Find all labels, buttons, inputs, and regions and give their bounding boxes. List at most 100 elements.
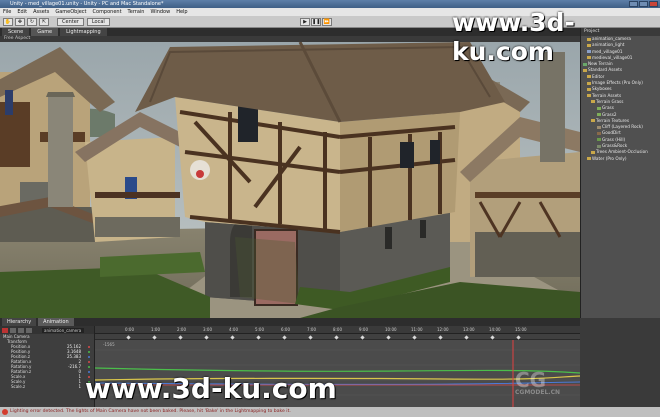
property-list: animation_camera Main Camera Transform P… bbox=[0, 326, 95, 407]
tab-hierarchy[interactable]: Hierarchy bbox=[2, 318, 37, 326]
folder-icon bbox=[591, 150, 595, 154]
status-bar[interactable]: Lighting error detected. The lights of M… bbox=[0, 407, 660, 417]
texture-icon bbox=[597, 106, 601, 110]
title-bar: Unity - med_village01.unity - Unity - PC… bbox=[0, 0, 660, 8]
texture-icon bbox=[597, 144, 601, 148]
timeline-ruler[interactable]: 0:00 1:00 2:00 3:00 4:00 5:00 6:00 7:00 8:00 9:00… bbox=[95, 326, 580, 334]
ruler-tick: 0:00 bbox=[125, 327, 134, 332]
pivot-toggle[interactable]: Center bbox=[57, 17, 84, 26]
menu-component[interactable]: Component bbox=[93, 8, 122, 16]
folder-icon bbox=[583, 68, 587, 72]
record-button[interactable] bbox=[2, 327, 8, 333]
graph-value-label: -1565 bbox=[103, 342, 115, 347]
menu-assets[interactable]: Assets bbox=[33, 8, 49, 16]
texture-icon bbox=[597, 125, 601, 129]
project-panel: Project animation_camera animation_light… bbox=[580, 28, 660, 318]
curve-color-dot bbox=[88, 365, 90, 368]
ruler-tick: 14:00 bbox=[489, 327, 501, 332]
status-message: Lighting error detected. The lights of M… bbox=[10, 409, 291, 414]
minimize-button[interactable] bbox=[629, 1, 638, 7]
property-row[interactable]: Scale.z 1 bbox=[0, 384, 94, 389]
window-title: Unity - med_village01.unity - Unity - PC… bbox=[10, 1, 164, 7]
maximize-button[interactable] bbox=[639, 1, 648, 7]
keyframe[interactable] bbox=[386, 334, 391, 340]
ruler-tick: 10:00 bbox=[385, 327, 397, 332]
curve-color-dot bbox=[88, 355, 90, 358]
keyframe[interactable] bbox=[360, 334, 365, 340]
keyframe[interactable] bbox=[516, 334, 521, 340]
ruler-tick: 9:00 bbox=[359, 327, 368, 332]
keyframe[interactable] bbox=[334, 334, 339, 340]
ruler-tick: 4:00 bbox=[229, 327, 238, 332]
game-viewport[interactable] bbox=[0, 42, 580, 318]
animation-tab-bar: Hierarchy Animation bbox=[0, 318, 580, 326]
ruler-tick: 7:00 bbox=[307, 327, 316, 332]
keyframe[interactable] bbox=[256, 334, 261, 340]
pause-button[interactable]: ❚❚ bbox=[311, 18, 321, 26]
folder-icon bbox=[587, 94, 591, 98]
prev-key-button[interactable] bbox=[18, 327, 24, 333]
folder-icon bbox=[591, 100, 595, 104]
texture-icon bbox=[597, 138, 601, 142]
keyframe[interactable] bbox=[412, 334, 417, 340]
curve-color-dot bbox=[88, 360, 90, 363]
watermark-bottom: www.3d-ku.com bbox=[85, 372, 337, 405]
hand-tool-button[interactable]: ✋ bbox=[3, 17, 13, 26]
folder-icon bbox=[587, 157, 591, 161]
move-tool-button[interactable]: ✥ bbox=[15, 17, 25, 26]
ruler-tick: 3:00 bbox=[203, 327, 212, 332]
curve-color-dot bbox=[88, 345, 90, 348]
watermark-top: www.3d-ku.com bbox=[452, 8, 575, 66]
ruler-tick: 13:00 bbox=[463, 327, 475, 332]
keyframe[interactable] bbox=[464, 334, 469, 340]
menu-window[interactable]: Window bbox=[150, 8, 170, 16]
keyframe[interactable] bbox=[490, 334, 495, 340]
ruler-tick: 12:00 bbox=[437, 327, 449, 332]
folder-icon bbox=[587, 87, 591, 91]
village-scene-image bbox=[0, 42, 580, 318]
keyframe[interactable] bbox=[152, 334, 157, 340]
keyframe[interactable] bbox=[126, 334, 131, 340]
folder-icon bbox=[591, 119, 595, 123]
rotate-tool-button[interactable]: ↻ bbox=[27, 17, 37, 26]
texture-icon bbox=[597, 131, 601, 135]
ruler-tick: 6:00 bbox=[281, 327, 290, 332]
ruler-tick: 1:00 bbox=[151, 327, 160, 332]
keyframe[interactable] bbox=[230, 334, 235, 340]
watermark-cg-logo: CG CGMODEL.CN bbox=[515, 368, 561, 396]
tab-animation[interactable]: Animation bbox=[38, 318, 74, 326]
folder-icon bbox=[587, 81, 591, 85]
curve-color-dot bbox=[88, 350, 90, 353]
ruler-tick: 5:00 bbox=[255, 327, 264, 332]
keyframe[interactable] bbox=[308, 334, 313, 340]
scale-tool-button[interactable]: ⇱ bbox=[39, 17, 49, 26]
folder-icon bbox=[587, 75, 591, 79]
keyframe[interactable] bbox=[178, 334, 183, 340]
clip-dropdown[interactable]: animation_camera bbox=[42, 327, 84, 333]
next-key-button[interactable] bbox=[26, 327, 32, 333]
menu-gameobject[interactable]: GameObject bbox=[55, 8, 86, 16]
keyframe[interactable] bbox=[204, 334, 209, 340]
menu-terrain[interactable]: Terrain bbox=[128, 8, 145, 16]
menu-edit[interactable]: Edit bbox=[17, 8, 27, 16]
tab-game[interactable]: Game bbox=[31, 28, 59, 36]
animation-toolbar: animation_camera bbox=[0, 326, 94, 334]
window-controls bbox=[629, 1, 658, 7]
keyframe[interactable] bbox=[438, 334, 443, 340]
tab-lightmapping[interactable]: Lightmapping bbox=[60, 28, 107, 36]
tab-scene[interactable]: Scene bbox=[2, 28, 30, 36]
play-button[interactable]: ▶ bbox=[300, 18, 310, 26]
error-icon bbox=[2, 409, 8, 415]
play-anim-button[interactable] bbox=[10, 327, 16, 333]
tree-item[interactable]: Water (Pro Only) bbox=[581, 156, 660, 162]
menu-file[interactable]: File bbox=[3, 8, 11, 16]
ruler-tick: 2:00 bbox=[177, 327, 186, 332]
keyframe[interactable] bbox=[282, 334, 287, 340]
close-button[interactable] bbox=[649, 1, 658, 7]
unity-editor-window: Unity - med_village01.unity - Unity - PC… bbox=[0, 0, 660, 417]
step-button[interactable]: ⏩ bbox=[322, 18, 332, 26]
menu-help[interactable]: Help bbox=[176, 8, 187, 16]
space-toggle[interactable]: Local bbox=[86, 17, 110, 26]
ruler-tick: 11:00 bbox=[411, 327, 423, 332]
ruler-tick: 8:00 bbox=[333, 327, 342, 332]
